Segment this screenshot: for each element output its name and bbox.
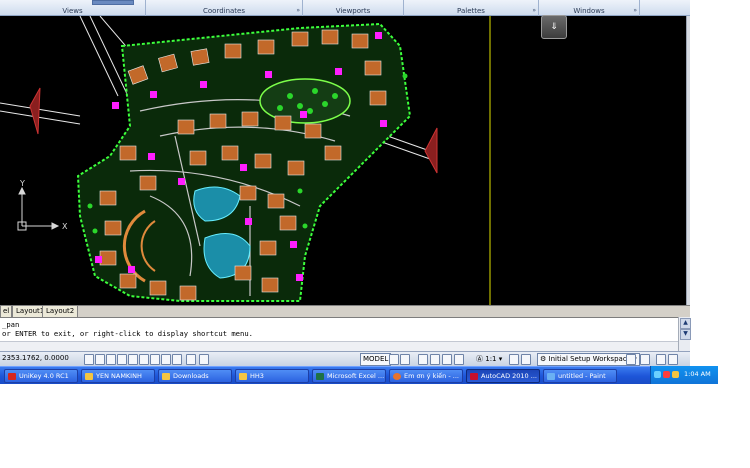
firefox-icon xyxy=(393,373,401,380)
site-plan-drawing: Y X xyxy=(0,16,491,305)
panel-label: Views xyxy=(62,7,83,15)
panel-expander-icon[interactable]: » xyxy=(532,7,536,15)
panel-label: Palettes xyxy=(457,7,485,15)
quick-properties-icon[interactable] xyxy=(186,354,196,365)
ribbon-panel-coordinates[interactable]: Coordinates » xyxy=(146,0,303,16)
ribbon-panel-windows[interactable]: Windows » xyxy=(539,0,640,16)
model-space-button[interactable]: MODEL xyxy=(360,353,392,366)
selection-cycling-icon[interactable] xyxy=(199,354,209,365)
taskbar-item-label: Em ơn ý kiến - ... xyxy=(404,372,459,380)
panel-expander-icon[interactable]: » xyxy=(296,7,300,15)
ribbon: Views Coordinates » Viewports Palettes »… xyxy=(0,0,690,16)
security-icon[interactable] xyxy=(663,371,670,378)
ribbon-panel-palettes[interactable]: Palettes » xyxy=(404,0,539,16)
taskbar-item-browser[interactable]: Em ơn ý kiến - ... xyxy=(389,369,463,383)
ucs-icon xyxy=(17,186,60,231)
taskbar-item-unikey[interactable]: UniKey 4.0 RC1 xyxy=(4,369,78,383)
taskbar-item-label: HH3 xyxy=(250,372,264,380)
lineweight-icon[interactable] xyxy=(172,354,182,365)
ribbon-panel-viewports[interactable]: Viewports xyxy=(303,0,404,16)
pan-icon[interactable] xyxy=(418,354,428,365)
canvas-vertical-scrollbar[interactable] xyxy=(686,16,690,305)
ucs-y-label: Y xyxy=(19,179,25,188)
lock-icon[interactable] xyxy=(626,354,636,365)
workspace-name: Initial Setup Workspace xyxy=(548,355,631,363)
taskbar-item-label: UniKey 4.0 RC1 xyxy=(19,372,69,380)
taskbar-item-downloads[interactable]: Downloads xyxy=(158,369,232,383)
autocad-icon xyxy=(470,373,478,380)
command-horizontal-scrollbar[interactable] xyxy=(0,341,678,351)
command-history-line: _pan xyxy=(2,320,20,329)
drawing-canvas[interactable]: Y X xyxy=(0,16,686,305)
scroll-up-icon[interactable]: ▲ xyxy=(680,318,691,329)
zoom-icon[interactable] xyxy=(430,354,440,365)
status-bar: 2353.1762, 0.0000 MODEL Ⓐ 1:1 ▾ ⚙ Initia… xyxy=(0,351,690,366)
chevron-down-icon: ▾ xyxy=(498,355,503,363)
object-snap-tracking-icon[interactable] xyxy=(139,354,149,365)
windows-taskbar: UniKey 4.0 RC1 YEN NAMKINH Downloads HH3… xyxy=(0,366,718,384)
taskbar-item-label: Downloads xyxy=(173,372,209,380)
taskbar-item-autocad[interactable]: AutoCAD 2010 ... xyxy=(466,369,540,383)
taskbar-item-hh3[interactable]: HH3 xyxy=(235,369,309,383)
ortho-mode-icon[interactable] xyxy=(106,354,116,365)
ucs-x-label: X xyxy=(62,222,68,231)
annotation-scale-value: 1:1 xyxy=(485,355,497,363)
folder-icon xyxy=(239,373,247,380)
grid-display-icon[interactable] xyxy=(95,354,105,365)
unikey-icon xyxy=(8,373,16,380)
panel-label: Viewports xyxy=(335,7,371,15)
annotation-scale-icon: Ⓐ xyxy=(476,355,483,363)
command-prompt-line: or ENTER to exit, or right-click to disp… xyxy=(2,329,253,338)
clean-screen-icon[interactable] xyxy=(668,354,678,365)
annotation-scale[interactable]: Ⓐ 1:1 ▾ xyxy=(476,354,502,364)
taskbar-item-excel[interactable]: Microsoft Excel ... xyxy=(312,369,386,383)
panel-label: Coordinates xyxy=(202,7,246,15)
quick-view-drawings-icon[interactable] xyxy=(400,354,410,365)
dynamic-input-icon[interactable] xyxy=(161,354,171,365)
workspace-switcher[interactable]: ⚙ Initial Setup Workspace ▾ xyxy=(537,353,640,366)
taskbar-item-label: untitled - Paint xyxy=(558,372,606,380)
paint-icon xyxy=(547,373,555,380)
object-snap-icon[interactable] xyxy=(128,354,138,365)
folder-icon xyxy=(85,373,93,380)
taskbar-item-yen-namkinh[interactable]: YEN NAMKINH xyxy=(81,369,155,383)
quick-view-layouts-icon[interactable] xyxy=(389,354,399,365)
taskbar-item-label: AutoCAD 2010 ... xyxy=(481,372,537,380)
network-icon[interactable] xyxy=(654,371,661,378)
panel-expander-icon[interactable]: » xyxy=(633,7,637,15)
polar-tracking-icon[interactable] xyxy=(117,354,127,365)
system-tray: 1:04 AM xyxy=(650,366,718,384)
scroll-down-icon[interactable]: ▼ xyxy=(680,329,691,340)
east-road-arrow xyxy=(424,127,438,174)
status-menu-icon[interactable] xyxy=(656,354,666,365)
ribbon-panel-views[interactable]: Views xyxy=(0,0,146,16)
taskbar-item-label: YEN NAMKINH xyxy=(96,372,142,380)
gear-icon: ⚙ xyxy=(540,355,547,363)
command-line-scrollbar[interactable]: ▲ ▼ xyxy=(678,317,691,351)
taskbar-clock[interactable]: 1:04 AM xyxy=(684,370,711,378)
folder-icon xyxy=(162,373,170,380)
showmotion-icon[interactable] xyxy=(454,354,464,365)
north-road-arrow xyxy=(29,87,41,135)
dynamic-ucs-icon[interactable] xyxy=(150,354,160,365)
steering-wheel-icon[interactable] xyxy=(442,354,452,365)
ribbon-collapse-button[interactable]: ⇓ xyxy=(541,15,567,39)
snap-mode-icon[interactable] xyxy=(84,354,94,365)
auto-scale-icon[interactable] xyxy=(521,354,531,365)
layout-tabs: el Layout1 Layout2 xyxy=(0,305,690,318)
view-button[interactable] xyxy=(92,0,134,5)
notification-icon[interactable] xyxy=(672,371,679,378)
taskbar-item-paint[interactable]: untitled - Paint xyxy=(543,369,617,383)
excel-icon xyxy=(316,373,324,380)
coordinate-readout[interactable]: 2353.1762, 0.0000 xyxy=(2,354,69,362)
hardware-acceleration-icon[interactable] xyxy=(640,354,650,365)
double-chevron-down-icon: ⇓ xyxy=(550,22,558,32)
taskbar-item-label: Microsoft Excel ... xyxy=(327,372,385,380)
annotation-visibility-icon[interactable] xyxy=(509,354,519,365)
